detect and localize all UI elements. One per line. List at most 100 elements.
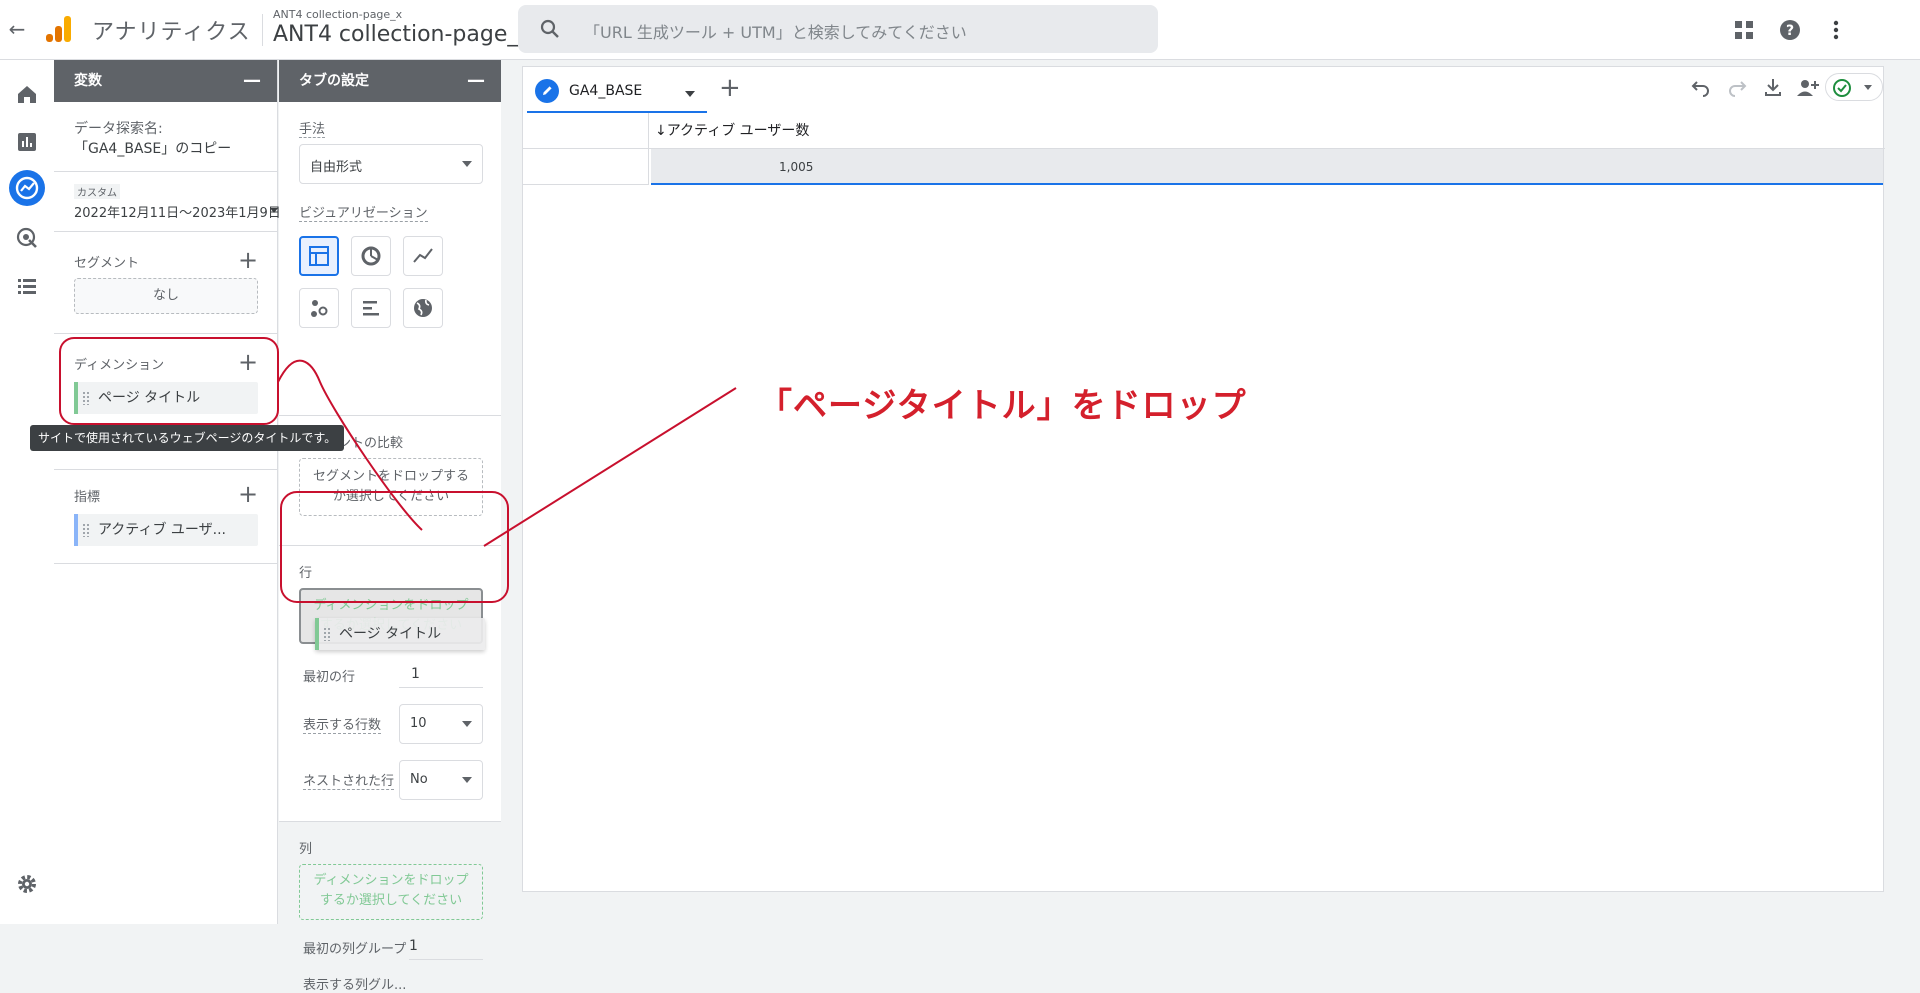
variables-title: 変数 xyxy=(74,73,102,89)
tab-dropdown-caret-icon[interactable] xyxy=(685,91,695,97)
viz-table-button[interactable] xyxy=(299,236,339,276)
back-arrow-icon[interactable]: ← xyxy=(4,16,30,42)
dimension-chip-label: ページ タイトル xyxy=(98,390,201,406)
table-icon xyxy=(309,246,329,266)
line-chart-icon xyxy=(413,248,433,263)
search-bar[interactable]: 「URL 生成ツール + UTM」と検索してみてください xyxy=(518,5,1158,53)
share-user-add-icon[interactable] xyxy=(1795,75,1821,99)
columns-label: 列 xyxy=(299,842,313,857)
add-dimension-plus-icon[interactable]: + xyxy=(238,350,258,374)
status-check-dropdown[interactable] xyxy=(1825,73,1883,101)
dimension-chip-page-title[interactable]: ページ タイトル xyxy=(74,382,258,414)
configure-list-icon[interactable] xyxy=(13,272,41,300)
chevron-down-icon xyxy=(462,777,472,783)
date-dropdown-caret-icon[interactable] xyxy=(270,208,278,213)
show-rows-select[interactable]: 10 xyxy=(399,704,483,744)
segment-drop-zone[interactable]: セグメントをドロップするか選択してください xyxy=(299,458,483,516)
table-corner-cell xyxy=(523,113,649,149)
scatter-plot-icon xyxy=(311,300,328,317)
tab-settings-panel: タブの設定 — 手法 自由形式 ビジュアリゼーション セグメントの比較 セグメン… xyxy=(279,60,501,993)
drag-handle-icon[interactable] xyxy=(323,627,331,641)
viz-line-button[interactable] xyxy=(403,236,443,276)
more-vert-icon[interactable] xyxy=(1822,16,1850,44)
show-col-groups-label: 表示する列グル... xyxy=(303,978,407,993)
left-navigation xyxy=(0,60,54,924)
segments-label: セグメント xyxy=(74,256,140,271)
svg-text:?: ? xyxy=(1786,23,1794,39)
reports-icon[interactable] xyxy=(13,128,41,156)
tab-ga4-base[interactable]: GA4_BASE xyxy=(527,71,707,113)
chevron-down-icon xyxy=(462,161,472,167)
exploration-name-section: データ探索名: 「GA4_BASE」のコピー xyxy=(54,102,277,172)
minimize-icon[interactable]: — xyxy=(243,60,261,102)
undo-icon[interactable] xyxy=(1689,75,1713,99)
total-active-users-value: 1,005 xyxy=(779,160,814,174)
drag-handle-icon[interactable] xyxy=(82,523,90,537)
dimension-color-bar xyxy=(315,618,319,650)
tab-settings-header: タブの設定 — xyxy=(279,60,501,102)
download-icon[interactable] xyxy=(1761,75,1785,99)
add-segment-plus-icon[interactable]: + xyxy=(238,248,258,272)
dragging-dimension-chip[interactable]: ページ タイトル xyxy=(315,618,485,650)
annotation-text: 「ページタイトル」をドロップ xyxy=(758,386,1247,426)
viz-bar-button[interactable] xyxy=(351,288,391,328)
nested-rows-value: No xyxy=(410,772,428,787)
dimension-tooltip: サイトで使用されているウェブページのタイトルです。 xyxy=(30,425,345,451)
viz-donut-button[interactable] xyxy=(351,236,391,276)
technique-viz-section: 手法 自由形式 ビジュアリゼーション xyxy=(279,102,501,416)
add-tab-plus-icon[interactable]: + xyxy=(719,73,741,103)
globe-icon xyxy=(414,299,432,317)
columns-section: 列 ディメンションをドロップするか選択してください 最初の列グループ 1 表示す… xyxy=(279,822,501,993)
metrics-label: 指標 xyxy=(74,490,101,505)
chevron-down-icon xyxy=(1864,85,1872,90)
redo-icon[interactable] xyxy=(1725,75,1749,99)
nested-rows-label: ネストされた行 xyxy=(303,770,395,790)
property-name[interactable]: ANT4 collection-page_x xyxy=(273,22,531,47)
totals-label-cell xyxy=(523,149,649,185)
segments-section: セグメント + なし xyxy=(54,232,277,334)
settings-gear-icon[interactable] xyxy=(13,870,41,898)
apps-grid-icon[interactable] xyxy=(1730,16,1758,44)
home-icon[interactable] xyxy=(13,80,41,108)
exploration-name-value[interactable]: 「GA4_BASE」のコピー xyxy=(74,138,231,158)
header-divider xyxy=(262,14,263,46)
date-range-section[interactable]: カスタム 2022年12月11日～2023年1月9日 xyxy=(54,172,281,232)
variables-panel-header: 変数 — xyxy=(54,60,277,102)
show-rows-label: 表示する行数 xyxy=(303,714,382,734)
column-header-active-users[interactable]: ↓アクティブ ユーザー数 xyxy=(649,113,1885,149)
nested-rows-select[interactable]: No xyxy=(399,760,483,800)
date-custom-badge: カスタム xyxy=(74,184,120,199)
first-row-input[interactable]: 1 xyxy=(399,662,483,688)
search-icon xyxy=(540,19,559,38)
date-range-value[interactable]: 2022年12月11日～2023年1月9日 xyxy=(74,202,281,221)
totals-row: 1,005 xyxy=(651,149,1883,185)
chevron-down-icon xyxy=(462,721,472,727)
top-bar: ← アナリティクス ANT4 collection-page_x ANT4 co… xyxy=(0,0,1920,60)
drag-handle-icon[interactable] xyxy=(82,391,90,405)
advertising-icon[interactable] xyxy=(13,224,41,252)
tab-bar: GA4_BASE + xyxy=(523,67,1885,113)
columns-drop-zone[interactable]: ディメンションをドロップするか選択してください xyxy=(299,864,483,920)
account-name-small[interactable]: ANT4 collection-page_x xyxy=(273,8,402,21)
exploration-name-label: データ探索名: xyxy=(74,121,163,137)
explore-icon[interactable] xyxy=(9,170,45,206)
tab-settings-title: タブの設定 xyxy=(299,73,369,89)
first-col-group-label: 最初の列グループ xyxy=(303,942,407,957)
first-col-group-input[interactable]: 1 xyxy=(409,934,483,960)
metric-chip-active-users[interactable]: アクティブ ユーザ... xyxy=(74,514,258,546)
help-icon[interactable]: ? xyxy=(1776,16,1804,44)
search-placeholder: 「URL 生成ツール + UTM」と検索してみてください xyxy=(584,23,967,42)
minimize-icon[interactable]: — xyxy=(467,60,485,102)
viz-geo-button[interactable] xyxy=(403,288,443,328)
rows-section: 行 ディメンションをドロップするか選択してください ページ タイトル 最初の行 … xyxy=(279,546,501,822)
viz-scatter-button[interactable] xyxy=(299,288,339,328)
rows-label: 行 xyxy=(299,566,313,581)
edit-pencil-icon[interactable] xyxy=(535,79,559,103)
variables-panel: 変数 — データ探索名: 「GA4_BASE」のコピー カスタム 2022年12… xyxy=(54,60,281,924)
tab-label: GA4_BASE xyxy=(569,83,643,99)
add-metric-plus-icon[interactable]: + xyxy=(238,482,258,506)
technique-select[interactable]: 自由形式 xyxy=(299,144,483,184)
metrics-section: 指標 + アクティブ ユーザ... xyxy=(54,470,277,564)
donut-chart-icon xyxy=(361,246,381,266)
metric-chip-label: アクティブ ユーザ... xyxy=(98,522,226,538)
